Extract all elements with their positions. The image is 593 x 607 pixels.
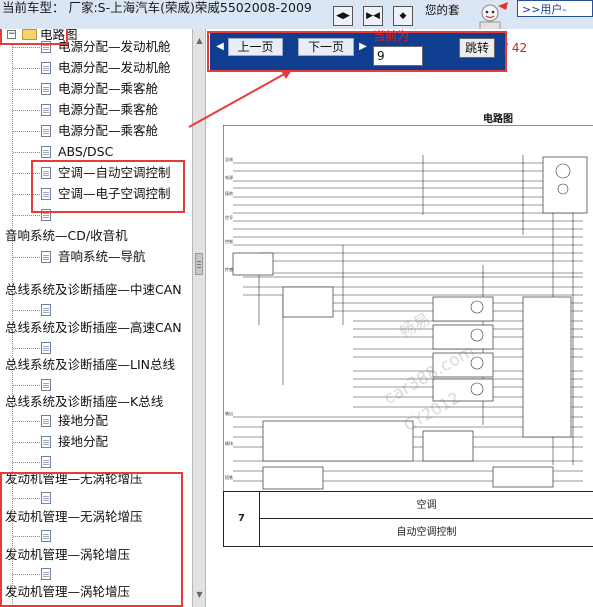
annotation-arrow (188, 70, 292, 128)
